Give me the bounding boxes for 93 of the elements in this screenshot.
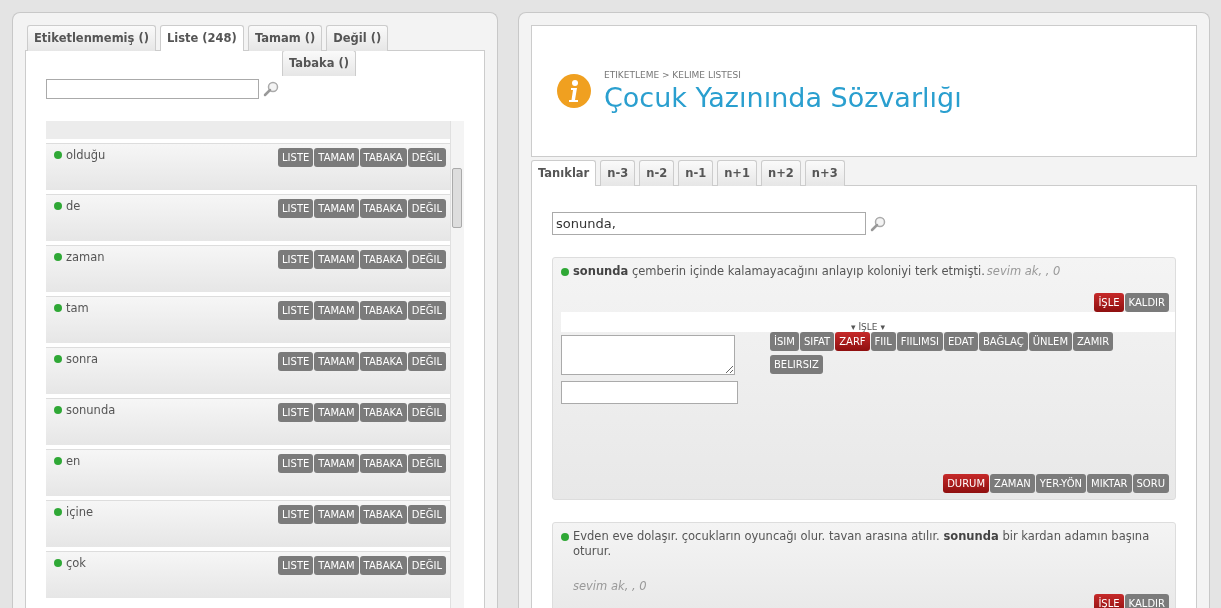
- action-button[interactable]: LISTE: [278, 556, 314, 575]
- word-label[interactable]: sonra: [66, 352, 99, 366]
- action-button[interactable]: TABAKA: [359, 556, 407, 575]
- action-button[interactable]: TAMAM: [314, 505, 359, 524]
- action-button[interactable]: DEĞIL: [407, 301, 446, 320]
- search-field[interactable]: [46, 79, 259, 99]
- action-button[interactable]: TAMAM: [314, 403, 359, 422]
- tab[interactable]: n+1: [717, 160, 757, 186]
- category-button[interactable]: SIFAT: [799, 332, 835, 351]
- subtype-button[interactable]: MIKTAR: [1087, 474, 1132, 493]
- breadcrumb: ETIKETLEME > KELIME LISTESI: [604, 69, 742, 80]
- subtype-button[interactable]: SORU: [1132, 474, 1169, 493]
- remove-button[interactable]: KALDIR: [1124, 293, 1169, 312]
- subtype-button[interactable]: ZAMAN: [990, 474, 1035, 493]
- page-title: Çocuk Yazınında Sözvarlığı: [604, 81, 962, 113]
- category-button[interactable]: ZARF: [835, 332, 870, 351]
- category-button[interactable]: FIIL: [870, 332, 896, 351]
- tab[interactable]: Tanıklar: [531, 160, 597, 186]
- action-button[interactable]: TAMAM: [314, 556, 359, 575]
- action-button[interactable]: DEĞIL: [407, 352, 446, 371]
- status-dot: [561, 533, 569, 541]
- category-button[interactable]: FIILIMSI: [896, 332, 943, 351]
- action-button[interactable]: TABAKA: [359, 148, 407, 167]
- tab[interactable]: n+2: [761, 160, 801, 186]
- action-button[interactable]: DEĞIL: [407, 505, 446, 524]
- action-button[interactable]: TAMAM: [314, 301, 359, 320]
- action-button[interactable]: LISTE: [278, 148, 314, 167]
- action-button[interactable]: DEĞIL: [407, 454, 446, 473]
- action-button[interactable]: TAMAM: [314, 148, 359, 167]
- input-field[interactable]: [561, 381, 738, 404]
- action-button[interactable]: DEĞIL: [407, 403, 446, 422]
- example-sentence: Evden eve dolaşır. çocukların oyuncağı olur. tavan arasına atılır. sonunda bir kardan adamın başına oturur.: [573, 529, 1150, 558]
- action-button[interactable]: TAMAM: [314, 199, 359, 218]
- tab[interactable]: Liste (248): [159, 25, 244, 51]
- remove-button[interactable]: KALDIR: [1124, 594, 1169, 608]
- example-sentence: sonunda çemberin içinde kalamayacağını anlayıp koloniyi terk etmişti.: [573, 264, 985, 278]
- action-button[interactable]: LISTE: [278, 352, 314, 371]
- action-button[interactable]: LISTE: [278, 454, 314, 473]
- action-button[interactable]: TABAKA: [359, 454, 407, 473]
- category-button[interactable]: İSIM: [770, 332, 799, 351]
- info-icon: [556, 73, 592, 109]
- category-button[interactable]: BAĞLAÇ: [978, 332, 1028, 351]
- tab[interactable]: Tabaka (): [282, 51, 357, 76]
- tab[interactable]: n+3: [804, 160, 845, 186]
- source-meta: sevim ak, , 0: [573, 579, 648, 594]
- word-label[interactable]: içine: [66, 505, 94, 519]
- action-button[interactable]: TAMAM: [314, 454, 359, 473]
- action-button[interactable]: LISTE: [278, 301, 314, 320]
- action-button[interactable]: LISTE: [278, 199, 314, 218]
- category-button[interactable]: EDAT: [943, 332, 978, 351]
- search-icon[interactable]: [870, 215, 886, 232]
- action-button[interactable]: DEĞIL: [407, 148, 446, 167]
- toggle-label[interactable]: ▾ İŞLE ▾: [851, 322, 885, 332]
- action-button[interactable]: TAMAM: [314, 352, 359, 371]
- word-label[interactable]: çok: [66, 556, 87, 570]
- word-label[interactable]: en: [66, 454, 81, 468]
- action-button[interactable]: DEĞIL: [407, 556, 446, 575]
- process-button[interactable]: İŞLE: [1094, 293, 1124, 312]
- subtype-button[interactable]: DURUM: [943, 474, 990, 493]
- action-button[interactable]: LISTE: [278, 250, 314, 269]
- word-label[interactable]: olduğu: [66, 148, 106, 162]
- tab[interactable]: Etiketlenmemiş (): [27, 25, 156, 51]
- action-button[interactable]: TABAKA: [359, 250, 407, 269]
- action-button[interactable]: LISTE: [278, 403, 314, 422]
- word-label[interactable]: zaman: [66, 250, 105, 264]
- action-button[interactable]: TABAKA: [359, 199, 407, 218]
- source-meta: sevim ak, , 0: [986, 264, 1061, 278]
- word-label[interactable]: tam: [66, 301, 89, 315]
- tab[interactable]: Değil (): [326, 25, 389, 51]
- tab[interactable]: n-1: [678, 160, 714, 186]
- action-button[interactable]: TAMAM: [314, 250, 359, 269]
- tab[interactable]: Tamam (): [247, 25, 323, 51]
- category-button[interactable]: BELIRSIZ: [770, 355, 823, 374]
- note-field[interactable]: [561, 335, 735, 375]
- word-label[interactable]: sonunda: [66, 403, 116, 417]
- action-button[interactable]: DEĞIL: [407, 199, 446, 218]
- category-button[interactable]: ZAMIR: [1073, 332, 1114, 351]
- action-button[interactable]: TABAKA: [359, 403, 407, 422]
- tab[interactable]: n-2: [639, 160, 675, 186]
- category-button[interactable]: ÜNLEM: [1028, 332, 1072, 351]
- action-button[interactable]: TABAKA: [359, 352, 407, 371]
- action-button[interactable]: TABAKA: [359, 505, 407, 524]
- search-field[interactable]: sonunda,: [552, 212, 866, 235]
- action-button[interactable]: LISTE: [278, 505, 314, 524]
- action-button[interactable]: DEĞIL: [407, 250, 446, 269]
- scrollbar[interactable]: [450, 121, 464, 608]
- search-icon[interactable]: [263, 81, 279, 97]
- subtype-button[interactable]: YER-YÖN: [1035, 474, 1086, 493]
- action-button[interactable]: TABAKA: [359, 301, 407, 320]
- status-dot: [561, 268, 569, 276]
- process-button[interactable]: İŞLE: [1094, 594, 1124, 608]
- tab[interactable]: n-3: [600, 160, 636, 186]
- word-label[interactable]: de: [66, 199, 81, 213]
